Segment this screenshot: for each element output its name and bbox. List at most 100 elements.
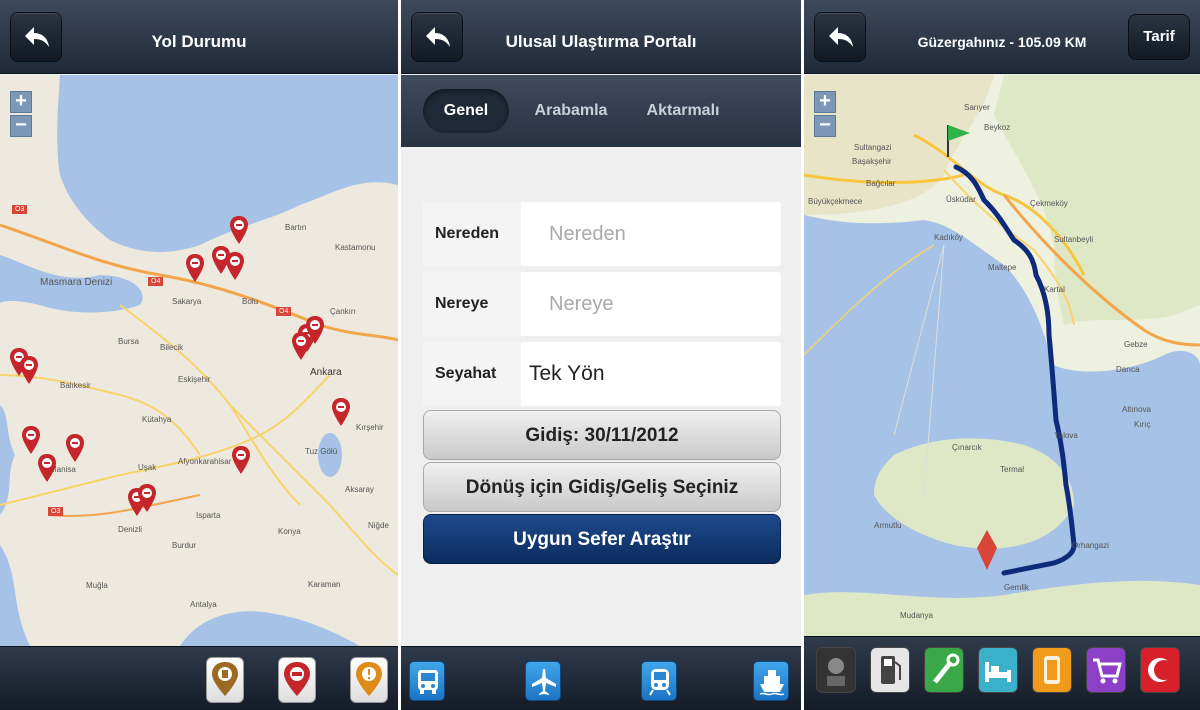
depart-date-button[interactable]: Gidiş: 30/11/2012 xyxy=(423,410,781,460)
return-date-button[interactable]: Dönüş için Gidiş/Geliş Seçiniz xyxy=(423,462,781,512)
to-label: Nereye xyxy=(423,272,521,336)
map-label: Maltepe xyxy=(988,263,1017,272)
incident-pin-icon[interactable] xyxy=(290,331,312,361)
incident-pin-icon[interactable] xyxy=(228,215,250,245)
tab-aktarmali[interactable]: Aktarmalı xyxy=(633,89,733,133)
photo-icon[interactable] xyxy=(816,647,856,693)
page-title: Güzergahınız - 105.09 KM xyxy=(917,34,1087,50)
map-label: Mudanya xyxy=(900,611,933,620)
map-label: Aksaray xyxy=(345,485,374,494)
trip-label: Seyahat xyxy=(423,342,521,406)
incident-pin-icon[interactable] xyxy=(64,433,86,463)
search-button[interactable]: Uygun Sefer Araştır xyxy=(423,514,781,564)
tab-bar: Genel Arabamla Aktarmalı xyxy=(401,75,801,147)
zoom-out-button[interactable]: − xyxy=(10,115,32,137)
road-shield: O3 xyxy=(48,507,64,516)
legend-bar xyxy=(0,646,398,710)
map-label: Bolu xyxy=(242,297,259,306)
route-map[interactable]: + − Sarıyer Beykoz Sultangazi Başakşehir… xyxy=(804,75,1200,636)
directions-button[interactable]: Tarif xyxy=(1128,14,1190,60)
map-label: Sarıyer xyxy=(964,103,990,112)
zoom-in-button[interactable]: + xyxy=(10,91,32,113)
incident-pin-icon[interactable] xyxy=(18,355,40,385)
bus-icon[interactable] xyxy=(409,661,445,701)
map-label: Tuz Gölü xyxy=(305,447,338,456)
tab-arabamla[interactable]: Arabamla xyxy=(521,89,621,133)
incident-pin-icon[interactable] xyxy=(224,251,246,281)
back-arrow-icon xyxy=(426,27,450,47)
map-label: Bartın xyxy=(285,223,307,232)
to-row: Nereye Nereye xyxy=(423,272,781,336)
trip-select[interactable]: Tek Yön xyxy=(521,362,781,386)
map-label: Altınova xyxy=(1122,405,1151,414)
map-label: Kadıköy xyxy=(934,233,963,242)
map-label: Antalya xyxy=(190,600,217,609)
back-button[interactable] xyxy=(814,12,866,62)
shopping-cart-icon[interactable] xyxy=(1086,647,1126,693)
crescent-icon[interactable] xyxy=(1140,647,1180,693)
incident-pin-icon[interactable] xyxy=(184,253,206,283)
repair-icon[interactable] xyxy=(924,647,964,693)
page-title: Yol Durumu xyxy=(151,32,247,51)
trip-row: Seyahat Tek Yön xyxy=(423,342,781,406)
map-label: Kütahya xyxy=(142,415,172,424)
zoom-in-button[interactable]: + xyxy=(814,91,836,113)
route-screen: Güzergahınız - 105.09 KM Tarif + − Sarıy… xyxy=(804,0,1200,710)
road-shield: O4 xyxy=(276,307,292,316)
map-label: Sakarya xyxy=(172,297,202,306)
map-label: Büyükçekmece xyxy=(808,197,863,206)
back-arrow-icon xyxy=(25,27,49,47)
incident-pin-icon[interactable] xyxy=(330,397,352,427)
road-shield: O4 xyxy=(148,277,164,286)
road-shield: O3 xyxy=(12,205,28,214)
hotel-icon[interactable] xyxy=(978,647,1018,693)
search-form: Nereden Nereden Nereye Nereye Seyahat Te… xyxy=(423,202,781,412)
incident-pin-icon[interactable] xyxy=(20,425,42,455)
warning-pin-icon[interactable] xyxy=(350,657,388,703)
tab-genel[interactable]: Genel xyxy=(423,89,509,133)
map-label: Burdur xyxy=(172,541,197,550)
from-label: Nereden xyxy=(423,202,521,266)
back-button[interactable] xyxy=(411,12,463,62)
map-label: Çankırı xyxy=(330,307,356,316)
map-label: Balıkesir xyxy=(60,381,91,390)
start-flag-icon xyxy=(947,125,970,157)
from-row: Nereden Nereden xyxy=(423,202,781,266)
map-label: Muğla xyxy=(86,581,108,590)
top-bar: Güzergahınız - 105.09 KM Tarif xyxy=(804,0,1200,74)
map-label: Kastamonu xyxy=(335,243,376,252)
road-map[interactable]: + − Masmara Denizi Sakarya Bolu Bartın K… xyxy=(0,75,398,646)
map-label: Denizli xyxy=(118,525,143,534)
page-title: Ulusal Ulaştırma Portalı xyxy=(505,32,697,51)
incident-pin-icon[interactable] xyxy=(136,483,158,513)
map-label: Konya xyxy=(278,527,301,536)
fuel-icon[interactable] xyxy=(870,647,910,693)
incident-pin-icon[interactable] xyxy=(36,453,58,483)
to-input[interactable]: Nereye xyxy=(521,293,781,316)
from-input[interactable]: Nereden xyxy=(521,223,781,246)
ship-icon[interactable] xyxy=(753,661,789,701)
map-label: Uşak xyxy=(138,463,157,472)
transport-portal-screen: Ulusal Ulaştırma Portalı Genel Arabamla … xyxy=(401,0,801,710)
incident-pin-icon[interactable] xyxy=(230,445,252,475)
map-label: Sultangazi xyxy=(854,143,892,152)
closure-pin-icon[interactable] xyxy=(278,657,316,703)
map-label: Çekmeköy xyxy=(1030,199,1068,208)
map-label: Armutlu xyxy=(874,521,902,530)
plane-icon[interactable] xyxy=(525,661,561,701)
info-icon[interactable] xyxy=(1032,647,1072,693)
map-label: Yalova xyxy=(1054,431,1078,440)
map-label: Gemlik xyxy=(1004,583,1029,592)
map-label: Üsküdar xyxy=(946,195,976,204)
mode-bar xyxy=(401,646,801,710)
back-button[interactable] xyxy=(10,12,62,62)
map-label: Afyonkarahisar xyxy=(178,457,232,466)
map-label: Sultanbeyli xyxy=(1054,235,1094,244)
train-icon[interactable] xyxy=(641,661,677,701)
road-status-screen: Yol Durumu + − Masmara Denizi Sakarya Bo… xyxy=(0,0,398,710)
poi-bar xyxy=(804,636,1200,710)
zoom-out-button[interactable]: − xyxy=(814,115,836,137)
roadwork-pin-icon[interactable] xyxy=(206,657,244,703)
map-label: Gebze xyxy=(1124,340,1148,349)
end-marker-icon xyxy=(977,530,997,570)
